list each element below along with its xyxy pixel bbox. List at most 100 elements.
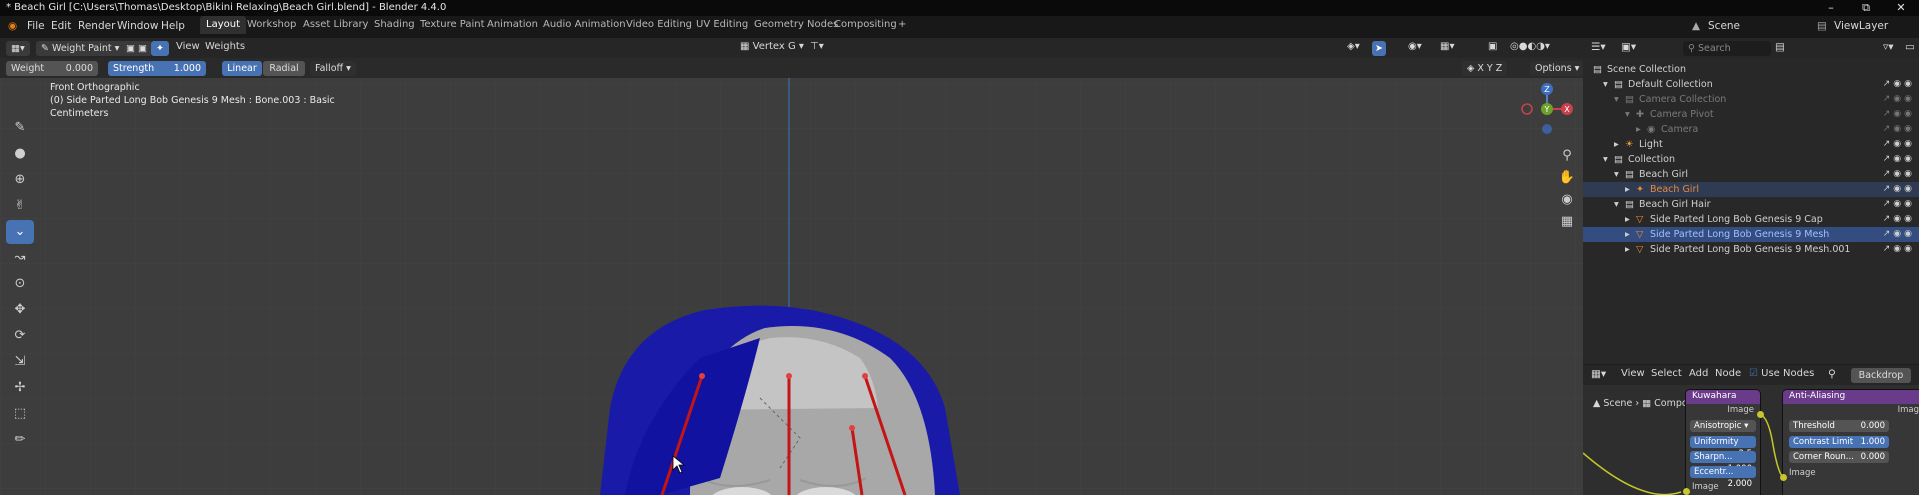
minimize-button[interactable]: – xyxy=(1814,0,1848,16)
axis-z[interactable]: Z xyxy=(1496,63,1503,74)
expand-arrow-icon[interactable]: ▸ xyxy=(1625,182,1630,197)
expand-arrow-icon[interactable]: ▾ xyxy=(1603,77,1608,92)
weight-field[interactable]: Weight 0.000 xyxy=(6,61,98,76)
annotate-tool-icon[interactable]: ✏ xyxy=(6,428,34,452)
workspace-tab-uv-editing[interactable]: UV Editing xyxy=(690,16,754,34)
visibility-icons[interactable]: ↗◉◉ xyxy=(1883,77,1915,92)
node-editor[interactable]: ▲ Scene › ▦ Compositing Nodetree Kuwahar… xyxy=(1583,385,1919,495)
scale-tool-icon[interactable]: ⇲ xyxy=(6,350,34,374)
xray-icon[interactable]: ▦▾ xyxy=(1440,41,1454,52)
anti-aliasing-node-title[interactable]: Anti-Aliasing xyxy=(1783,390,1919,404)
kuwahara-input-socket[interactable] xyxy=(1683,488,1690,495)
visibility-icons[interactable]: ↗◉◉ xyxy=(1883,227,1915,242)
average-tool-icon[interactable]: ⊕ xyxy=(6,168,34,192)
camera-view-icon[interactable]: ◉ xyxy=(1556,189,1578,211)
visibility-icons[interactable]: ↗◉◉ xyxy=(1883,137,1915,152)
linear-button[interactable]: Linear xyxy=(222,61,262,76)
outliner-search[interactable]: ⚲ Search xyxy=(1683,41,1771,56)
node-menu-view[interactable]: View xyxy=(1621,368,1645,379)
close-button[interactable]: ✕ xyxy=(1884,0,1918,16)
uniformity-field[interactable]: Uniformity 2.5 xyxy=(1690,436,1756,459)
blur-tool-icon[interactable]: ● xyxy=(6,142,34,166)
3d-viewport[interactable]: ▦▾ ✎ Weight Paint ▾ ▣ ▣ ✦ View Weights ▦… xyxy=(0,38,1583,495)
sample-weight-tool-icon[interactable]: ⌄ xyxy=(6,220,34,244)
visibility-icons[interactable]: ↗◉◉ xyxy=(1883,167,1915,182)
transform-tool-icon[interactable]: ✢ xyxy=(6,376,34,400)
overlay-toggle-icon[interactable]: ◉▾ xyxy=(1408,41,1422,52)
outliner-row[interactable]: ▾ ▤ Camera Collection ↗◉◉ xyxy=(1583,92,1919,107)
maximize-button[interactable]: ⧉ xyxy=(1849,0,1883,16)
expand-arrow-icon[interactable]: ▾ xyxy=(1614,197,1619,212)
symmetry-axes[interactable]: ◈ X Y Z xyxy=(1462,61,1508,76)
visibility-icons[interactable]: ↗◉◉ xyxy=(1883,182,1915,197)
threshold-field[interactable]: Threshold 0.000 xyxy=(1789,420,1889,432)
kuwahara-node[interactable]: Kuwahara Image Anisotropic ▾ Uniformity … xyxy=(1686,390,1760,495)
kuwahara-output-socket[interactable] xyxy=(1757,411,1764,418)
move-tool-icon[interactable]: ✥ xyxy=(6,298,34,322)
workspace-tab-audio-animation[interactable]: Audio Animation xyxy=(537,16,632,34)
vertex-group-selector[interactable]: ▦ Vertex G ▾ xyxy=(740,41,804,52)
use-nodes-checkbox[interactable]: ☑ Use Nodes xyxy=(1749,368,1814,379)
contrast-limit-field[interactable]: Contrast Limit 1.000 xyxy=(1789,436,1889,448)
expand-arrow-icon[interactable]: ▸ xyxy=(1636,122,1641,137)
bone-selection-mask-button[interactable]: ✦ xyxy=(151,41,169,56)
perspective-grid-icon[interactable]: ▦ xyxy=(1556,211,1578,233)
view-layer-selector[interactable]: ViewLayer xyxy=(1834,20,1888,32)
visibility-icons[interactable]: ↗◉◉ xyxy=(1883,92,1915,107)
outliner-row[interactable]: ▾ ▤ Collection ↗◉◉ xyxy=(1583,152,1919,167)
menu-render[interactable]: Render xyxy=(78,20,115,32)
node-menu-node[interactable]: Node xyxy=(1715,368,1741,379)
outliner-row[interactable]: ▸ ▽ Side Parted Long Bob Genesis 9 Mesh … xyxy=(1583,227,1919,242)
shading-toggle-icon[interactable]: ▣ xyxy=(1488,41,1497,52)
cursor-tool-icon[interactable]: ⊙ xyxy=(6,272,34,296)
outliner-row[interactable]: ▾ ▤ Beach Girl Hair ↗◉◉ xyxy=(1583,197,1919,212)
mode-selector[interactable]: ✎ Weight Paint ▾ xyxy=(36,41,125,56)
menu-help[interactable]: Help xyxy=(161,20,185,32)
gizmo-neg-x[interactable] xyxy=(1521,103,1533,115)
axis-y[interactable]: Y xyxy=(1487,63,1493,74)
add-workspace-button[interactable]: + xyxy=(892,16,912,34)
node-menu-add[interactable]: Add xyxy=(1689,368,1708,379)
visibility-icon[interactable]: ◈▾ xyxy=(1347,41,1360,52)
outliner-row[interactable]: ▾ ✚ Camera Pivot ↗◉◉ xyxy=(1583,107,1919,122)
menu-view[interactable]: View xyxy=(176,41,200,52)
display-mode-icon[interactable]: ▣▾ xyxy=(1621,41,1636,53)
visibility-icons[interactable]: ↗◉◉ xyxy=(1883,122,1915,137)
editor-type-icon[interactable]: ▦▾ xyxy=(6,41,30,56)
anti-aliasing-input-socket[interactable] xyxy=(1780,474,1787,481)
gizmo-toggle-icon[interactable]: ➤ xyxy=(1372,41,1386,56)
options-dropdown[interactable]: Options ▾ xyxy=(1530,61,1583,76)
pan-hand-icon[interactable]: ✋ xyxy=(1556,167,1578,189)
sharpness-field[interactable]: Sharpn... 1.000 xyxy=(1690,451,1756,474)
workspace-tab-texture-paint[interactable]: Texture Paint xyxy=(414,16,491,34)
expand-arrow-icon[interactable]: ▾ xyxy=(1603,152,1608,167)
backdrop-button[interactable]: Backdrop xyxy=(1851,368,1911,383)
visibility-icons[interactable]: ↗◉◉ xyxy=(1883,242,1915,257)
outliner-row[interactable]: ▸ ◉ Camera ↗◉◉ xyxy=(1583,122,1919,137)
navigation-gizmo[interactable]: Z X Y xyxy=(1510,78,1583,138)
expand-arrow-icon[interactable]: ▾ xyxy=(1625,107,1630,122)
visibility-icons[interactable]: ↗◉◉ xyxy=(1883,152,1915,167)
expand-arrow-icon[interactable]: ▸ xyxy=(1625,227,1630,242)
kuwahara-mode-dropdown[interactable]: Anisotropic ▾ xyxy=(1690,420,1756,432)
new-collection-icon[interactable]: ▭ xyxy=(1905,41,1915,53)
outliner-row[interactable]: ▾ ▤ Default Collection ↗◉◉ xyxy=(1583,77,1919,92)
outliner-row[interactable]: ▸ ☀ Light ↗◉◉ xyxy=(1583,137,1919,152)
workspace-tab-workshop[interactable]: Workshop xyxy=(241,16,302,34)
axis-x[interactable]: X xyxy=(1477,63,1484,74)
expand-arrow-icon[interactable]: ▸ xyxy=(1614,137,1619,152)
kuwahara-node-title[interactable]: Kuwahara xyxy=(1686,390,1760,404)
workspace-tab-video-editing[interactable]: Video Editing xyxy=(620,16,698,34)
workspace-tab-layout[interactable]: Layout xyxy=(200,16,246,34)
pin-icon[interactable]: ⚲ xyxy=(1828,368,1836,380)
visibility-icons[interactable]: ↗◉◉ xyxy=(1883,197,1915,212)
shading-modes-icon[interactable]: ◎●◐◑▾ xyxy=(1510,41,1550,52)
draw-tool-icon[interactable]: ✎ xyxy=(6,116,34,140)
workspace-tab-animation[interactable]: Animation xyxy=(481,16,544,34)
node-editor-type-icon[interactable]: ▦▾ xyxy=(1591,368,1606,380)
eccentricity-field[interactable]: Eccentr... 2.000 xyxy=(1690,466,1756,489)
filter-icon[interactable]: ▿▾ xyxy=(1883,41,1894,53)
menu-file[interactable]: File xyxy=(27,20,45,32)
zoom-icon[interactable]: ⚲ xyxy=(1556,145,1578,167)
node-menu-select[interactable]: Select xyxy=(1651,368,1682,379)
